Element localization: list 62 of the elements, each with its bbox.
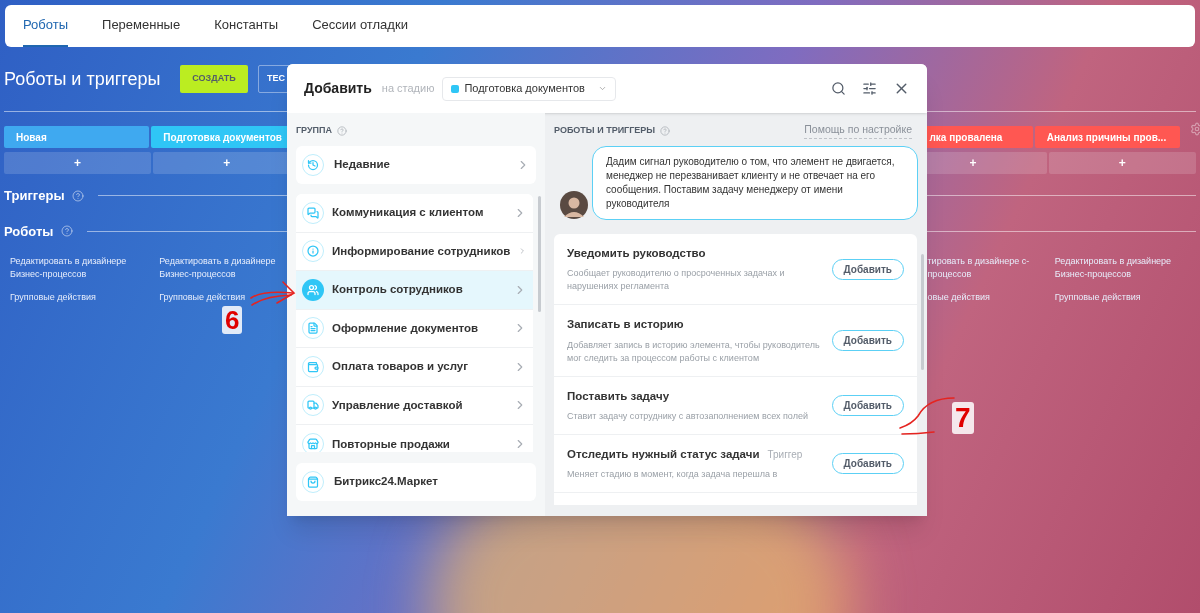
tab[interactable]: Переменные [102,5,181,47]
robot-description: Добавляет запись в историю элемента, чтобы руководитель мог следить за процессом работы с клиентом [567,338,821,365]
group-item[interactable]: Контроль сотрудников [296,271,533,310]
help-icon [61,225,74,238]
page-title: Роботы и триггеры [4,67,162,91]
add-stage-button[interactable]: + [1048,152,1196,174]
search-icon[interactable] [831,81,846,96]
section-title: Триггеры [4,187,65,205]
history-icon [302,154,324,176]
recent-item[interactable]: Недавние [296,146,536,184]
robot-description: Сообщает руководителю о просроченных задачах и нарушениях регламента [567,267,786,294]
scrollbar[interactable] [921,254,924,370]
help-icon [72,189,85,202]
help-icon [337,125,348,136]
market-item[interactable]: Битрикс24.Маркет [296,463,536,501]
users-icon [302,278,324,301]
section-title: Роботы [4,222,54,241]
add-button[interactable]: Добавить [831,329,904,351]
trigger-tag: Триггер [767,446,803,462]
robot-title: Уведомить руководство [567,246,706,261]
robot-title: Поставить задачу [567,388,670,404]
stage-tab[interactable]: Анализ причины пров... [1034,126,1180,148]
add-button[interactable]: Добавить [831,452,904,474]
add-button[interactable]: Добавить [831,258,904,280]
edit-in-designer-link[interactable]: Редактировать в дизайнере Бизнес-процессов [1054,255,1196,281]
filter-icon[interactable] [862,81,877,96]
create-button[interactable]: СОЗДАТЬ [180,65,248,93]
group-actions-link[interactable]: Групповые действия [10,291,152,304]
truck-icon [302,394,324,417]
document-icon [302,317,324,340]
tab[interactable]: Сессии отладки [312,5,408,47]
avatar [560,191,588,219]
group-heading: ГРУППА [296,123,333,137]
hint-bubble: Дадим сигнал руководителю о том, что элемент не двигается, менеджер не перезванивает клиенту и не отвечает на его сообщения. Поставим задачу менеджеру от имени руководителя [592,146,918,220]
add-button[interactable]: Добавить [831,394,904,416]
caret-icon [598,84,608,93]
add-stage-button[interactable]: + [4,152,152,174]
wallet-icon [302,355,324,378]
info-icon [302,240,324,263]
scrollbar[interactable] [538,196,541,312]
robot-description: Ставит задачу сотруднику с автозаполнением всех полей [567,409,809,423]
tab[interactable]: Роботы [23,5,69,47]
robot-title: Записать в историю [567,317,684,333]
tab[interactable]: Константы [214,5,279,47]
help-icon [660,125,671,136]
stage-color-icon [451,84,460,93]
annotation-label: 7 [952,402,974,434]
robot-description: Меняет стадию в момент, когда задача перешла в [567,468,779,481]
shopping-bag-icon [302,471,324,493]
stage-selector[interactable]: Подготовка документов [442,76,617,101]
edit-in-designer-link[interactable]: тировать в дизайнере с-процессов [927,255,1047,281]
group-actions-link[interactable]: овые действия [927,291,1047,304]
chat-icon [302,201,324,224]
edit-in-designer-link[interactable]: Редактировать в дизайнере Бизнес-процессов [10,255,152,281]
annotation-arrow-drawing [250,278,297,308]
stage-prefix: на стадию [381,81,435,97]
dialog-title: Добавить [304,79,372,98]
group-actions-link[interactable]: Групповые действия [1054,291,1196,304]
robot-title: Отследить нужный статус задачи [567,446,760,462]
store-icon [302,433,324,452]
robots-heading: РОБОТЫ И ТРИГГЕРЫ [554,123,656,137]
annotation-label: 6 [222,306,243,334]
